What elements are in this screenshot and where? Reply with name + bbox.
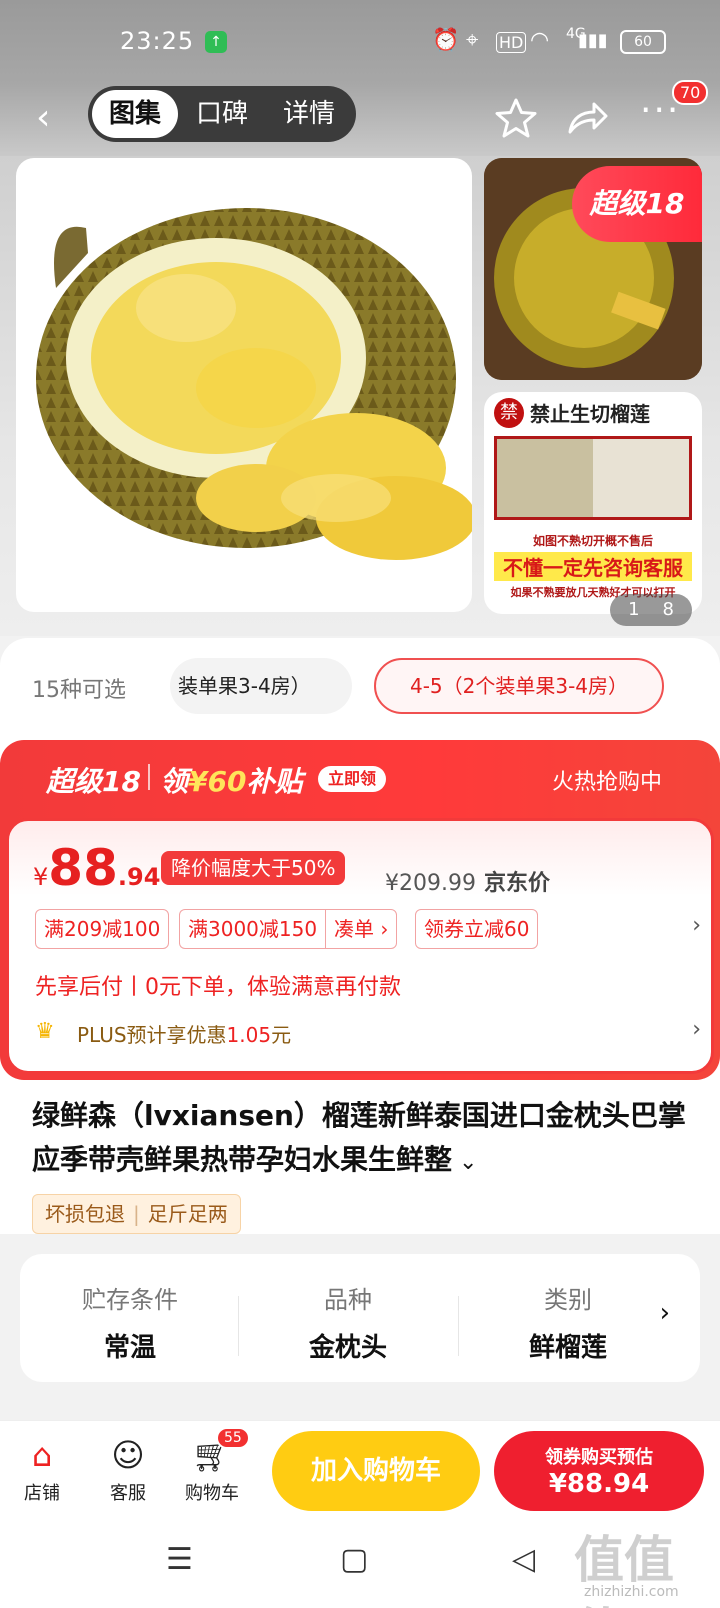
watermark-site: zhizhizhi.com <box>584 1584 679 1600</box>
buy-now-button[interactable]: 领券购买预估 ¥88.94 <box>494 1431 704 1511</box>
guarantee-item: 足斤足两 <box>147 1202 228 1226</box>
shop-label: 店铺 <box>24 1483 60 1504</box>
tab-details[interactable]: 详情 <box>266 86 352 142</box>
more-badge: 70 <box>672 80 709 105</box>
home-icon[interactable]: ▢ <box>340 1542 368 1577</box>
chat-smile-icon: ☺ <box>111 1436 145 1474</box>
chevron-right-icon[interactable]: › <box>692 913 701 938</box>
durian-image <box>36 208 472 560</box>
variant-chip-selected[interactable]: 4-5（2个装单果3-4房） <box>374 658 664 714</box>
thumbnail-super18[interactable]: 超级18 <box>484 158 702 380</box>
wifi-icon: ◠ <box>530 28 550 53</box>
variant-chip[interactable]: 装单果3-4房） <box>170 658 352 714</box>
banner-line1: 如图不熟切开概不售后 <box>532 534 653 548</box>
service-guarantees[interactable]: 坏损包退 | 足斤足两 <box>32 1194 241 1234</box>
spec-item: 贮存条件 常温 <box>82 1286 178 1363</box>
banner-title: 禁止生切榴莲 <box>530 402 650 426</box>
spec-divider <box>238 1296 239 1356</box>
chevron-right-icon[interactable]: › <box>660 1298 670 1328</box>
tab-reviews[interactable]: 口碑 <box>180 86 264 142</box>
banner-line2: 不懂一定先咨询客服 <box>494 552 692 581</box>
app-notification-icon: ↑ <box>205 31 227 53</box>
promo-subsidy: 领¥60补贴 <box>160 765 303 798</box>
product-title[interactable]: 绿鲜森（lvxiansen）榴莲新鲜泰国进口金枕头巴掌应季带壳鲜果热带孕妇水果生… <box>32 1094 692 1185</box>
claim-subsidy-button[interactable]: 立即领 <box>318 766 387 792</box>
buy-label: 领券购买预估 <box>545 1447 653 1468</box>
plus-discount-text: PLUS预计享优惠1.05元 <box>77 1023 292 1047</box>
customer-service-button[interactable]: ☺ 客服 <box>88 1431 168 1505</box>
product-info-sheet: 15种可选 装单果3-4房） 4-5（2个装单果3-4房） 超级18 领¥60补… <box>0 638 720 1418</box>
buy-price: ¥88.94 <box>548 1469 650 1499</box>
cart-label: 购物车 <box>185 1483 239 1504</box>
chevron-right-icon[interactable]: › <box>692 1017 701 1042</box>
favorite-star-icon[interactable] <box>494 96 538 140</box>
image-counter-total: 8 <box>662 599 674 620</box>
spec-item: 品种 金枕头 <box>308 1286 387 1363</box>
promo-divider <box>148 764 150 790</box>
coupon-chip[interactable]: 满3000减150 <box>179 909 326 949</box>
alarm-icon: ⏰ <box>432 28 460 53</box>
pay-later-info[interactable]: 先享后付丨0元下单，体验满意再付款 <box>35 969 401 1001</box>
top-nav: ‹ 图集 口碑 详情 ··· 70 <box>0 80 720 156</box>
guarantee-item: 坏损包退 <box>45 1202 125 1226</box>
coupon-row[interactable]: 满209减100 满3000减150 凑单 › 领券立减60 › <box>35 909 701 951</box>
coupon-chip[interactable]: 满209减100 <box>35 909 170 949</box>
promo-header: 超级18 领¥60补贴 立即领 火热抢购中 <box>0 740 720 820</box>
chevron-down-icon[interactable]: ⌄ <box>452 1150 477 1175</box>
status-bar: 23:25 ↑ ⏰ ⌖ HD ◠ 4G ▮▮▮ 60 <box>0 0 720 84</box>
signal-icon: ▮▮▮ <box>578 30 608 51</box>
promo-status: 火热抢购中 <box>552 770 663 795</box>
spec-divider <box>458 1296 459 1356</box>
thumbnail-warning-banner[interactable]: 禁 禁止生切榴莲 如图不熟切开概不售后 不懂一定先咨询客服 如果不熟要放几天熟好… <box>484 392 702 614</box>
back-triangle-icon[interactable]: ◁ <box>512 1542 535 1577</box>
share-icon[interactable] <box>566 98 610 138</box>
menu-icon[interactable]: ☰ <box>166 1542 193 1577</box>
coupon-chip[interactable]: 领券立减60 <box>415 909 539 949</box>
variant-selector: 15种可选 装单果3-4房） 4-5（2个装单果3-4房） <box>0 658 720 718</box>
banner-photo <box>494 436 692 520</box>
service-label: 客服 <box>110 1483 146 1504</box>
back-icon[interactable]: ‹ <box>36 98 72 138</box>
hd-icon: HD <box>496 32 527 53</box>
shop-button[interactable]: ⌂ 店铺 <box>2 1431 82 1505</box>
cart-badge: 55 <box>216 1427 250 1449</box>
crown-icon: ♛ <box>35 1019 55 1044</box>
battery-icon: 60 <box>620 30 666 54</box>
current-price: ¥88.94 <box>33 839 161 897</box>
jd-price: ¥209.99 京东价 <box>385 871 550 896</box>
tab-gallery[interactable]: 图集 <box>92 90 178 138</box>
plus-discount-row[interactable]: ♛ PLUS预计享优惠1.05元 › <box>35 1017 701 1051</box>
price-card: ¥88.94 降价幅度大于50% ¥209.99 京东价 满209减100 满30… <box>6 818 714 1074</box>
image-counter-current: 1 <box>628 599 640 620</box>
location-icon: ⌖ <box>466 28 479 53</box>
main-product-image[interactable] <box>16 158 472 612</box>
spec-item: 类别 鲜榴莲 <box>528 1286 607 1363</box>
image-counter: 1 8 <box>610 594 692 626</box>
specs-section: 贮存条件 常温 品种 金枕头 类别 鲜榴莲 › <box>0 1234 720 1418</box>
shop-icon: ⌂ <box>31 1436 53 1474</box>
cart-button[interactable]: 🛒︎ 55 购物车 <box>172 1427 252 1505</box>
promo-panel: 超级18 领¥60补贴 立即领 火热抢购中 ¥88.94 降价幅度大于50% ¥… <box>0 740 720 1080</box>
promo-brand: 超级18 <box>46 765 141 798</box>
image-gallery[interactable]: 超级18 禁 禁止生切榴莲 如图不熟切开概不售后 不懂一定先咨询客服 如果不熟要… <box>0 156 720 636</box>
bottom-action-bar: ⌂ 店铺 ☺ 客服 🛒︎ 55 购物车 加入购物车 领券购买预估 ¥88.94 <box>0 1420 720 1520</box>
variant-count: 15种可选 <box>32 678 126 703</box>
view-segmented-control: 图集 口碑 详情 <box>88 86 356 142</box>
status-time: 23:25 <box>120 27 195 55</box>
ban-icon: 禁 <box>494 398 524 428</box>
add-to-cart-button[interactable]: 加入购物车 <box>272 1431 480 1511</box>
combine-order-link[interactable]: 凑单 › <box>325 909 398 949</box>
super18-ribbon: 超级18 <box>572 166 702 242</box>
specs-card[interactable]: 贮存条件 常温 品种 金枕头 类别 鲜榴莲 › <box>20 1254 700 1382</box>
discount-tag: 降价幅度大于50% <box>161 851 346 885</box>
